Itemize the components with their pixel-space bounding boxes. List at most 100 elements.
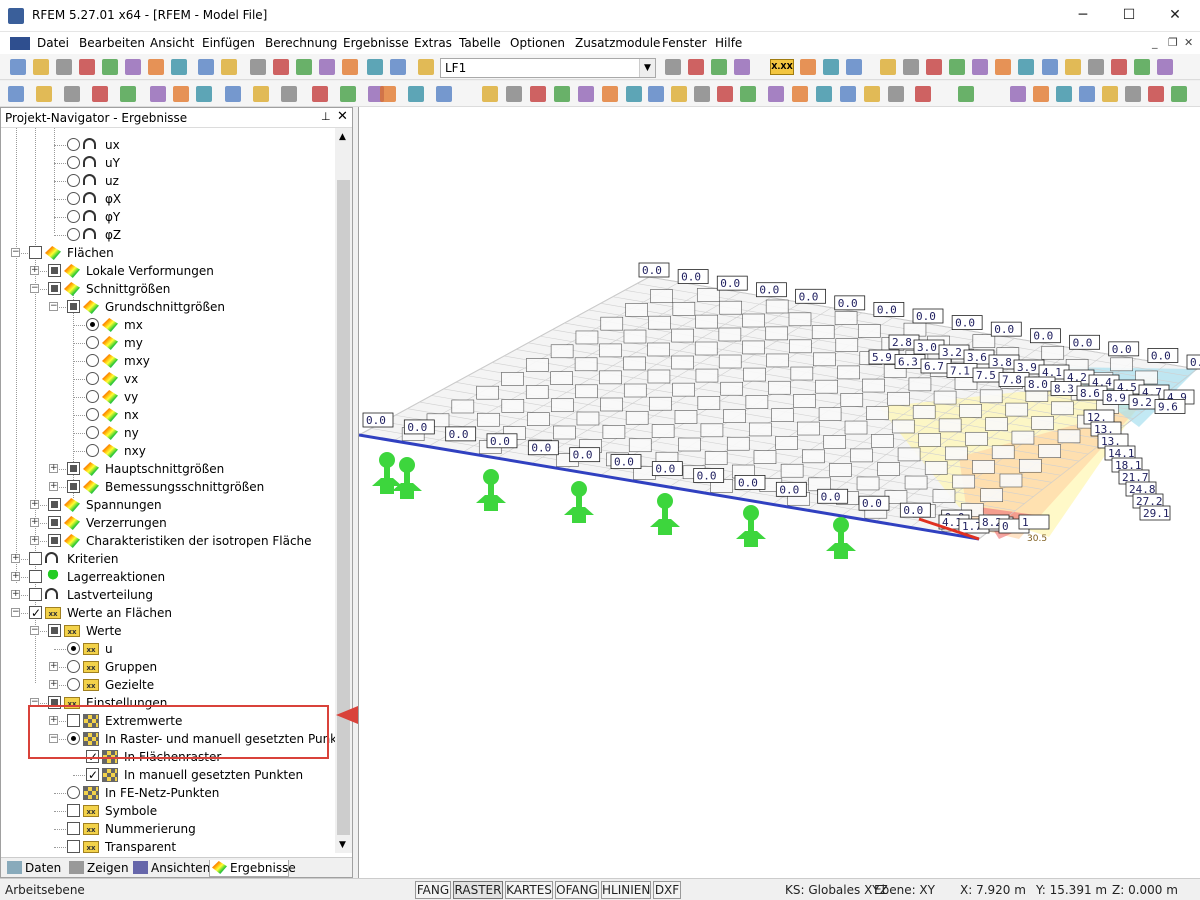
toolbar-button-icon[interactable] bbox=[915, 86, 931, 102]
collapse-icon[interactable]: − bbox=[30, 698, 39, 707]
mdi-close-icon[interactable]: ✕ bbox=[1184, 36, 1193, 49]
menu-zusatzmodule[interactable]: Zusatzmodule bbox=[575, 36, 660, 50]
toolbar-button-icon[interactable] bbox=[390, 59, 406, 75]
tree-item[interactable]: + Bemessungsschnittgrößen bbox=[1, 478, 335, 496]
expand-icon[interactable]: + bbox=[49, 716, 58, 725]
document-icon[interactable] bbox=[10, 37, 30, 50]
tree-item[interactable]: xx Symbole bbox=[1, 802, 335, 820]
ofang-button[interactable]: OFANG bbox=[555, 881, 599, 899]
toolbar-button-icon[interactable] bbox=[253, 86, 269, 102]
toolbar-button-icon[interactable] bbox=[1010, 86, 1026, 102]
tree-item[interactable]: + Hauptschnittgrößen bbox=[1, 460, 335, 478]
toolbar-button-icon[interactable] bbox=[880, 59, 896, 75]
menu-berechnung[interactable]: Berechnung bbox=[265, 36, 337, 50]
collapse-icon[interactable]: − bbox=[49, 734, 58, 743]
expand-icon[interactable]: + bbox=[49, 464, 58, 473]
tree-item[interactable]: − In Raster- und manuell gesetzten Punkte… bbox=[1, 730, 335, 748]
tab-ergebnisse[interactable]: Ergebnisse bbox=[209, 860, 296, 877]
tree-item[interactable]: + xx Gruppen bbox=[1, 658, 335, 676]
collapse-icon[interactable]: − bbox=[49, 302, 58, 311]
checkbox[interactable] bbox=[67, 462, 80, 475]
tree-item[interactable]: mx bbox=[1, 316, 335, 334]
toolbar-button-icon[interactable] bbox=[120, 86, 136, 102]
toolbar-button-icon[interactable] bbox=[1171, 86, 1187, 102]
checkbox[interactable] bbox=[48, 498, 61, 511]
toolbar-button-icon[interactable] bbox=[125, 59, 141, 75]
toolbar-button-icon[interactable] bbox=[671, 86, 687, 102]
kartes-button[interactable]: KARTES bbox=[505, 881, 553, 899]
toolbar-button-icon[interactable] bbox=[602, 86, 618, 102]
checkbox[interactable] bbox=[67, 822, 80, 835]
model-graphics[interactable]: 0.0 0.0 0.0 0.0 0.0 0.0 0.0 0.0 0.0 0.0 0.0 0.0 0.0 0… bbox=[359, 107, 1200, 878]
radio-button[interactable] bbox=[67, 642, 80, 655]
toolbar-button-icon[interactable] bbox=[626, 86, 642, 102]
scroll-up-icon[interactable]: ▲ bbox=[339, 132, 346, 142]
tree-item[interactable]: φX bbox=[1, 190, 335, 208]
navigator-scrollbar[interactable]: ▲ ▼ bbox=[335, 128, 352, 853]
toolbar-button-icon[interactable] bbox=[79, 59, 95, 75]
checkbox[interactable] bbox=[29, 246, 42, 259]
menu-einfuegen[interactable]: Einfügen bbox=[202, 36, 255, 50]
toolbar-button-icon[interactable] bbox=[198, 59, 214, 75]
minimize-button[interactable]: ─ bbox=[1060, 0, 1106, 30]
checkbox[interactable] bbox=[67, 714, 80, 727]
tree-item[interactable]: + Lastverteilung bbox=[1, 586, 335, 604]
checkbox[interactable] bbox=[29, 588, 42, 601]
tree-item[interactable]: In FE-Netz-Punkten bbox=[1, 784, 335, 802]
toolbar-button-icon[interactable] bbox=[530, 86, 546, 102]
toolbar-button-icon[interactable] bbox=[380, 86, 396, 102]
radio-button[interactable] bbox=[67, 678, 80, 691]
radio-button[interactable] bbox=[67, 174, 80, 187]
checkbox[interactable] bbox=[86, 766, 99, 784]
load-case-select[interactable]: LF1 ▼ bbox=[440, 58, 656, 78]
checkbox[interactable] bbox=[67, 804, 80, 817]
toolbar-button-icon[interactable] bbox=[1065, 59, 1081, 75]
toolbar-button-icon[interactable] bbox=[1148, 86, 1164, 102]
checkbox[interactable] bbox=[29, 570, 42, 583]
checkbox[interactable] bbox=[48, 696, 61, 709]
toolbar-button-icon[interactable] bbox=[958, 86, 974, 102]
expand-icon[interactable]: + bbox=[30, 266, 39, 275]
radio-button[interactable] bbox=[86, 408, 99, 421]
toolbar-button-icon[interactable] bbox=[1088, 59, 1104, 75]
toolbar-button-icon[interactable] bbox=[408, 86, 424, 102]
tree-item[interactable]: ux bbox=[1, 136, 335, 154]
toolbar-button-icon[interactable] bbox=[1157, 59, 1173, 75]
toolbar-button-icon[interactable] bbox=[823, 59, 839, 75]
toolbar-button-icon[interactable] bbox=[64, 86, 80, 102]
menu-tabelle[interactable]: Tabelle bbox=[459, 36, 501, 50]
toolbar-button-icon[interactable] bbox=[888, 86, 904, 102]
tree-item[interactable]: nx bbox=[1, 406, 335, 424]
tab-ansichten[interactable]: Ansichten bbox=[131, 860, 210, 877]
mdi-restore-icon[interactable]: ❐ bbox=[1168, 36, 1178, 49]
checkbox[interactable] bbox=[29, 552, 42, 565]
values-on-surfaces-button[interactable]: X.XX bbox=[770, 59, 794, 75]
toolbar-button-icon[interactable] bbox=[1056, 86, 1072, 102]
mdi-minimize-icon[interactable]: _ bbox=[1152, 36, 1158, 49]
checkbox[interactable] bbox=[67, 840, 80, 853]
close-button[interactable]: ✕ bbox=[1152, 0, 1198, 30]
tree-item[interactable]: − xx Werte bbox=[1, 622, 335, 640]
tree-item[interactable]: + Lokale Verformungen bbox=[1, 262, 335, 280]
close-icon[interactable]: ✕ bbox=[337, 109, 348, 124]
toolbar-button-icon[interactable] bbox=[340, 86, 356, 102]
expand-icon[interactable]: + bbox=[30, 536, 39, 545]
toolbar-button-icon[interactable] bbox=[688, 59, 704, 75]
expand-icon[interactable]: + bbox=[49, 662, 58, 671]
checkbox[interactable] bbox=[67, 300, 80, 313]
radio-button[interactable] bbox=[67, 732, 80, 745]
toolbar-button-icon[interactable] bbox=[436, 86, 452, 102]
collapse-icon[interactable]: − bbox=[30, 626, 39, 635]
menu-fenster[interactable]: Fenster bbox=[662, 36, 707, 50]
expand-icon[interactable]: + bbox=[30, 518, 39, 527]
toolbar-button-icon[interactable] bbox=[8, 86, 24, 102]
toolbar-button-icon[interactable] bbox=[949, 59, 965, 75]
toolbar-button-icon[interactable] bbox=[578, 86, 594, 102]
model-viewport[interactable]: 0.0 0.0 0.0 0.0 0.0 0.0 0.0 0.0 0.0 0.0 0.0 0.0 0.0 0… bbox=[358, 107, 1200, 878]
radio-button[interactable] bbox=[86, 354, 99, 367]
toolbar-button-icon[interactable] bbox=[225, 86, 241, 102]
toolbar-button-icon[interactable] bbox=[33, 59, 49, 75]
tree-item[interactable]: + Kriterien bbox=[1, 550, 335, 568]
tree-item[interactable]: + Spannungen bbox=[1, 496, 335, 514]
toolbar-button-icon[interactable] bbox=[36, 86, 52, 102]
